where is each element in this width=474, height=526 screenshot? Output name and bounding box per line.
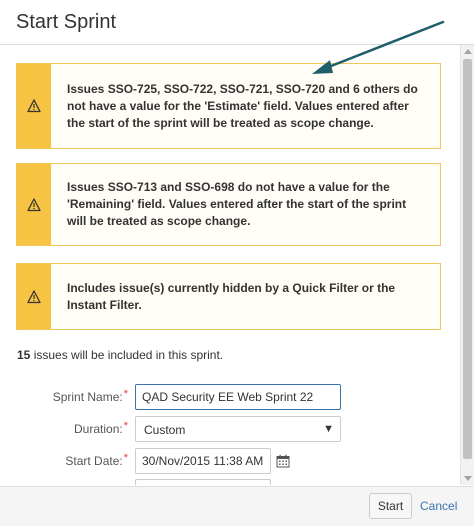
end-date-input[interactable] [135, 479, 271, 485]
warning-message: Issues SSO-713 and SSO-698 do not have a… [67, 180, 407, 228]
start-date-input[interactable]: 30/Nov/2015 11:38 AM [135, 448, 271, 474]
issues-summary-text: issues will be included in this sprint. [30, 348, 224, 362]
cancel-link[interactable]: Cancel [420, 499, 457, 513]
warning-message: Issues SSO-725, SSO-722, SSO-721, SSO-72… [67, 82, 418, 130]
warning-strip [17, 64, 51, 148]
warning-triangle-icon [27, 290, 41, 304]
scroll-thumb[interactable] [463, 59, 472, 459]
dialog-content: Issues SSO-725, SSO-722, SSO-721, SSO-72… [0, 45, 460, 485]
dialog-header: Start Sprint [0, 0, 474, 45]
issues-summary: 15 issues will be included in this sprin… [17, 348, 223, 362]
duration-select[interactable]: Custom ▼ [135, 416, 341, 442]
start-button[interactable]: Start [369, 493, 412, 519]
required-marker: * [123, 452, 128, 464]
required-marker: * [123, 420, 128, 432]
dialog-footer: Start Cancel [0, 486, 474, 526]
duration-value: Custom [144, 423, 186, 437]
hidden-issues-warning: Includes issue(s) currently hidden by a … [16, 263, 441, 330]
scroll-down-icon[interactable] [464, 476, 472, 481]
warning-strip [17, 264, 51, 329]
start-date-label: Start Date:* [65, 452, 128, 468]
warning-triangle-icon [27, 198, 41, 212]
duration-label: Duration:* [74, 420, 128, 436]
sprint-name-label: Sprint Name:* [52, 388, 128, 404]
chevron-down-icon: ▼ [323, 423, 334, 435]
warning-message: Includes issue(s) currently hidden by a … [67, 281, 396, 312]
warning-triangle-icon [27, 99, 41, 113]
dialog-title: Start Sprint [16, 11, 117, 33]
sprint-name-input[interactable]: QAD Security EE Web Sprint 22 [135, 384, 341, 410]
dialog-scrollbar[interactable] [460, 45, 474, 485]
issues-count: 15 [17, 348, 31, 362]
remaining-warning: Issues SSO-713 and SSO-698 do not have a… [16, 163, 441, 246]
calendar-icon[interactable] [276, 454, 290, 468]
required-marker: * [123, 388, 128, 400]
start-sprint-dialog: Start Sprint Issues SSO-725, SSO-722, SS… [0, 0, 474, 526]
scroll-up-icon[interactable] [464, 49, 472, 54]
warning-strip [17, 164, 51, 245]
estimate-warning: Issues SSO-725, SSO-722, SSO-721, SSO-72… [16, 63, 441, 149]
